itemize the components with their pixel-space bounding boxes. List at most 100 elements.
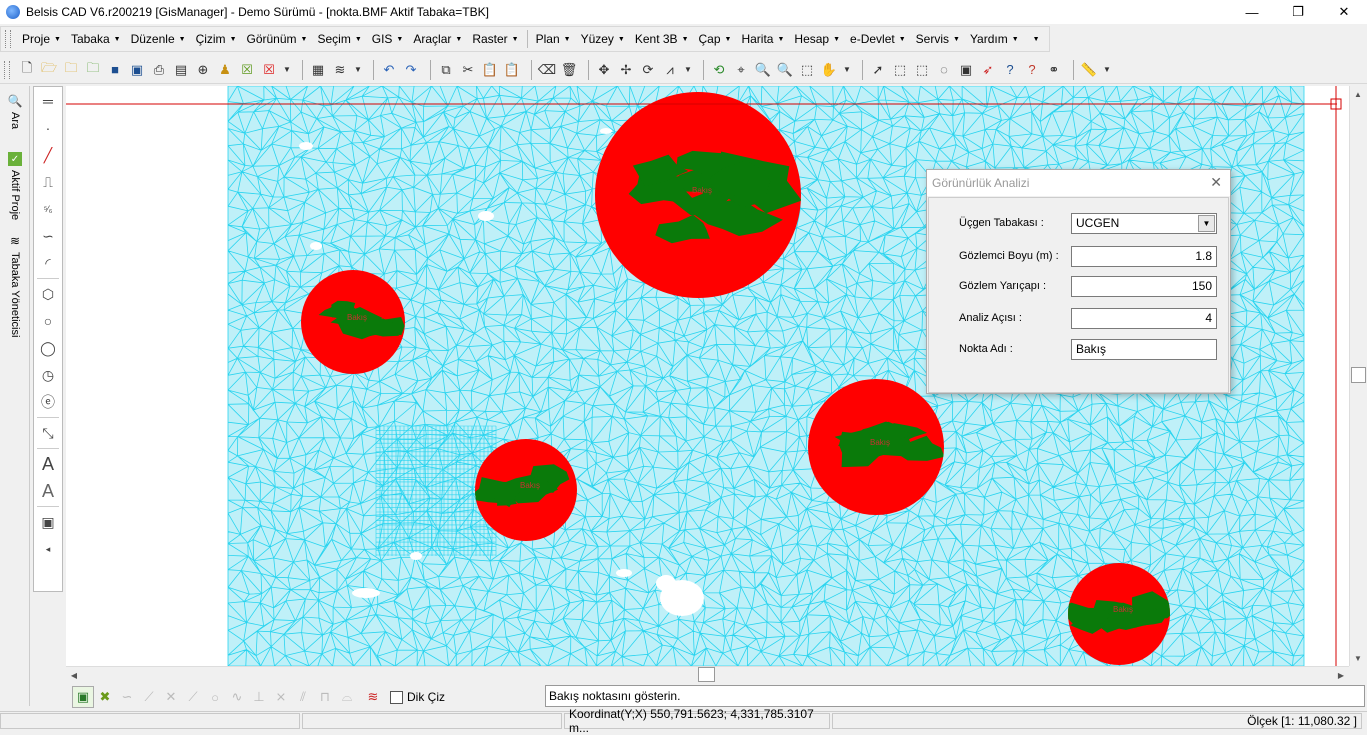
open-folder-icon[interactable]: 🗁 bbox=[38, 59, 60, 81]
chevron-down-icon[interactable]: ▼ bbox=[681, 65, 695, 74]
save-as-icon[interactable]: ▣ bbox=[126, 59, 148, 81]
layer-stack-icon[interactable]: ≋ bbox=[329, 59, 351, 81]
menu-kent3b[interactable]: Kent 3B ▼ bbox=[630, 28, 694, 50]
scroll-up-icon[interactable]: ▲ bbox=[1350, 86, 1366, 102]
target-icon[interactable]: ⊕ bbox=[192, 59, 214, 81]
select-window-icon[interactable]: ⬚ bbox=[889, 59, 911, 81]
side-tab-search[interactable]: 🔍 Ara bbox=[4, 94, 26, 129]
radius-input[interactable]: 150 bbox=[1071, 276, 1217, 297]
zoom-center-icon[interactable]: ⌖ bbox=[730, 59, 752, 81]
menu-yardim[interactable]: Yardım ▼ bbox=[965, 28, 1024, 50]
move-copy-icon[interactable]: ✢ bbox=[615, 59, 637, 81]
chevron-down-icon[interactable]: ▼ bbox=[1198, 215, 1215, 232]
pointer-icon[interactable]: ➚ bbox=[867, 59, 889, 81]
import-folder-icon[interactable]: 🗀 bbox=[82, 59, 104, 81]
snap-image-icon[interactable]: ▣ bbox=[72, 686, 94, 708]
eraser-icon[interactable]: ⌫ bbox=[536, 59, 558, 81]
snap-line-icon[interactable]: ⟋ bbox=[138, 686, 160, 708]
spline-icon[interactable]: ∽ bbox=[35, 223, 61, 249]
bell-icon[interactable]: ♟ bbox=[214, 59, 236, 81]
menu-proje[interactable]: Proje ▼ bbox=[17, 28, 66, 50]
menu-gorunum[interactable]: Görünüm ▼ bbox=[242, 28, 313, 50]
vertical-scroll-thumb[interactable] bbox=[1351, 367, 1366, 383]
menu-overflow[interactable]: ▼ bbox=[1024, 28, 1045, 50]
polyline-icon[interactable]: ⎍ bbox=[35, 169, 61, 195]
text-outline-icon[interactable]: A bbox=[35, 478, 61, 504]
mirror-icon[interactable]: ⩘ bbox=[659, 59, 681, 81]
check-box-icon[interactable]: ☒ bbox=[236, 59, 258, 81]
panel-collapse-icon[interactable]: ◂ bbox=[35, 536, 61, 562]
scroll-down-icon[interactable]: ▼ bbox=[1350, 650, 1366, 666]
snap-perpendicular-icon[interactable]: ⊥ bbox=[248, 686, 270, 708]
move-icon[interactable]: ✥ bbox=[593, 59, 615, 81]
arc-icon[interactable]: ◜ bbox=[35, 250, 61, 276]
close-button[interactable]: ✕ bbox=[1321, 0, 1367, 24]
close-icon[interactable]: ✕ bbox=[1210, 174, 1222, 191]
menu-hesap[interactable]: Hesap ▼ bbox=[789, 28, 845, 50]
copy-icon[interactable]: ⧉ bbox=[435, 59, 457, 81]
point-name-input[interactable]: Bakış bbox=[1071, 339, 1217, 360]
menu-harita[interactable]: Harita ▼ bbox=[736, 28, 789, 50]
toolbar-grip[interactable] bbox=[4, 60, 10, 79]
chevron-down-icon[interactable]: ▼ bbox=[840, 65, 854, 74]
zoom-out-icon[interactable]: 🔍 bbox=[774, 59, 796, 81]
side-tab-active-project[interactable]: ✓ Aktif Proje bbox=[4, 152, 26, 220]
layer-table-icon[interactable]: ▦ bbox=[307, 59, 329, 81]
paste-special-icon[interactable]: 📋 bbox=[501, 59, 523, 81]
menu-duzenle[interactable]: Düzenle ▼ bbox=[126, 28, 191, 50]
chevron-down-icon[interactable]: ▼ bbox=[1100, 65, 1114, 74]
dimension-icon[interactable]: ⤡ bbox=[35, 420, 61, 446]
menu-cap[interactable]: Çap ▼ bbox=[694, 28, 737, 50]
menu-gis[interactable]: GIS ▼ bbox=[367, 28, 409, 50]
horizontal-scrollbar[interactable]: ◀ ▶ bbox=[66, 666, 1349, 683]
trash-icon[interactable]: 🗑 bbox=[558, 59, 580, 81]
menu-grip[interactable] bbox=[5, 30, 11, 48]
snap-circle-icon[interactable]: ○ bbox=[204, 686, 226, 708]
rotate-icon[interactable]: ⟳ bbox=[637, 59, 659, 81]
angle-input[interactable]: 4 bbox=[1071, 308, 1217, 329]
text-along-line-icon[interactable]: ⁵⁄₆ bbox=[35, 196, 61, 222]
image-icon[interactable]: ▣ bbox=[35, 509, 61, 535]
menu-tabaka[interactable]: Tabaka ▼ bbox=[66, 28, 126, 50]
help-red-icon[interactable]: ? bbox=[1021, 59, 1043, 81]
observer-height-input[interactable]: 1.8 bbox=[1071, 246, 1217, 267]
snap-cancel-icon[interactable]: ✖ bbox=[94, 686, 116, 708]
plot-icon[interactable]: ▤ bbox=[170, 59, 192, 81]
text-icon[interactable]: A bbox=[35, 451, 61, 477]
layer-select[interactable]: UCGEN ▼ bbox=[1071, 213, 1217, 234]
help-icon[interactable]: ? bbox=[999, 59, 1021, 81]
scroll-right-icon[interactable]: ▶ bbox=[1333, 667, 1349, 683]
menu-cizim[interactable]: Çizim ▼ bbox=[191, 28, 242, 50]
undo-icon[interactable]: ↶ bbox=[378, 59, 400, 81]
panel-grip-icon[interactable]: ═ bbox=[35, 88, 61, 114]
refresh-icon[interactable]: ⟲ bbox=[708, 59, 730, 81]
circle-radius-icon[interactable]: ◷ bbox=[35, 362, 61, 388]
chevron-down-icon[interactable]: ▼ bbox=[280, 65, 294, 74]
menu-plan[interactable]: Plan ▼ bbox=[531, 28, 576, 50]
scale-readout[interactable]: Ölçek [1: 11,080.32 ] bbox=[832, 712, 1362, 729]
scroll-left-icon[interactable]: ◀ bbox=[66, 667, 82, 683]
dialog-title-bar[interactable]: Görünürlük Analizi ✕ bbox=[927, 170, 1230, 196]
snap-layers-icon[interactable]: ≋ bbox=[362, 686, 384, 708]
minimize-button[interactable]: — bbox=[1229, 0, 1275, 24]
horizontal-scroll-thumb[interactable] bbox=[698, 667, 715, 682]
snap-curve-icon[interactable]: ∽ bbox=[116, 686, 138, 708]
redo-icon[interactable]: ↷ bbox=[400, 59, 422, 81]
select-properties-icon[interactable]: ➶ bbox=[977, 59, 999, 81]
circle-center-icon[interactable]: ◯ bbox=[35, 335, 61, 361]
menu-raster[interactable]: Raster ▼ bbox=[467, 28, 523, 50]
snap-tangent-icon[interactable]: ⟋ bbox=[182, 686, 204, 708]
new-file-icon[interactable]: 🗋 bbox=[16, 59, 38, 81]
vertical-scrollbar[interactable]: ▲ ▼ bbox=[1349, 86, 1367, 666]
paste-icon[interactable]: 📋 bbox=[479, 59, 501, 81]
menu-secim[interactable]: Seçim ▼ bbox=[312, 28, 366, 50]
menu-edevlet[interactable]: e-Devlet ▼ bbox=[845, 28, 911, 50]
menu-yuzey[interactable]: Yüzey ▼ bbox=[576, 28, 630, 50]
snap-node-icon[interactable]: ⊓ bbox=[314, 686, 336, 708]
line-icon[interactable]: ╱ bbox=[35, 142, 61, 168]
menu-araclar[interactable]: Araçlar ▼ bbox=[408, 28, 467, 50]
polygon-icon[interactable]: ⬡ bbox=[35, 281, 61, 307]
open-recent-icon[interactable]: 🗀 bbox=[60, 59, 82, 81]
select-layer-icon[interactable]: ▣ bbox=[955, 59, 977, 81]
snap-cross-icon[interactable]: ⨯ bbox=[270, 686, 292, 708]
